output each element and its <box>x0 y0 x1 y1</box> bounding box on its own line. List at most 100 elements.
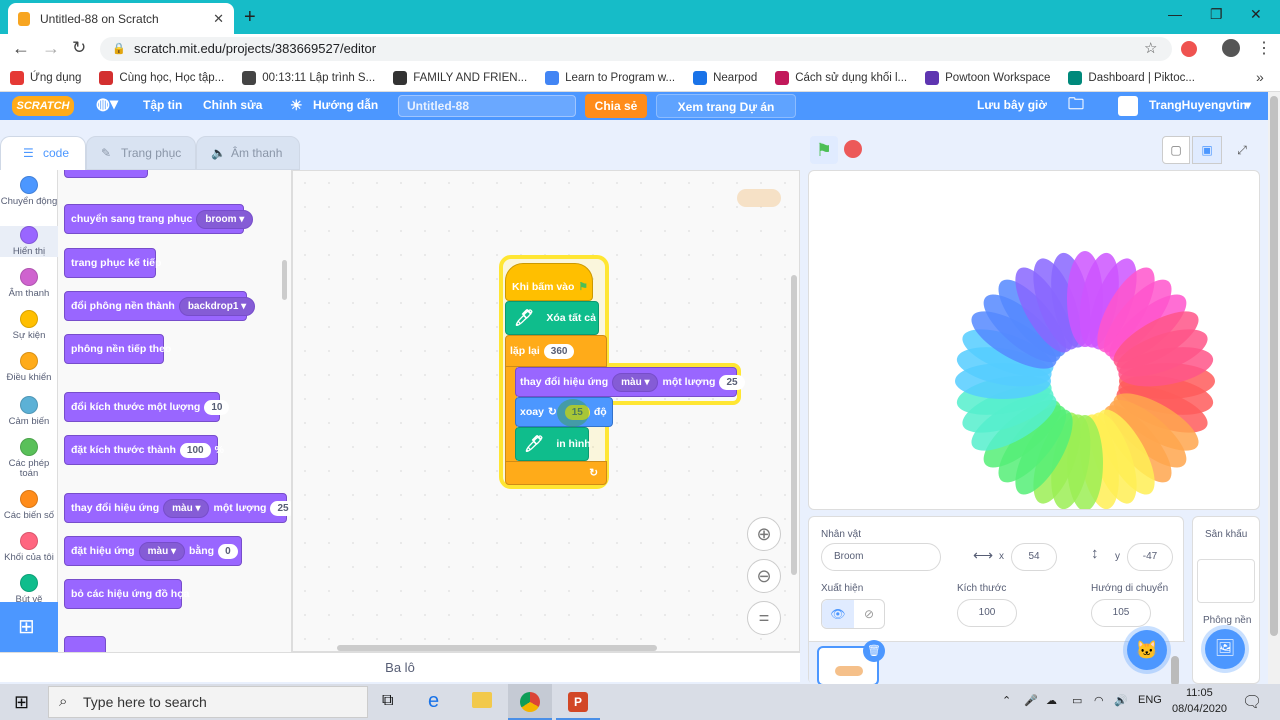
script-change-effect[interactable]: thay đổi hiệu ứng màu ▾ một lượng 25 <box>515 367 745 397</box>
maximize-button[interactable]: ❐ <box>1210 6 1223 23</box>
small-stage-button[interactable]: ▢ <box>1162 136 1190 164</box>
costume-dropdown[interactable]: broom ▾ <box>196 209 254 229</box>
stage-canvas[interactable] <box>808 170 1260 510</box>
backpack-bar[interactable]: Ba lô <box>0 652 800 682</box>
palette-scrollbar[interactable] <box>282 260 287 300</box>
block-switch-backdrop[interactable]: đổi phông nền thành backdrop1 ▾ <box>64 291 256 321</box>
reload-icon[interactable]: ↻ <box>72 38 86 58</box>
account-caret-icon[interactable]: ▾ <box>1245 92 1251 120</box>
save-now-link[interactable]: Lưu bây giờ <box>977 92 1047 120</box>
see-project-page-button[interactable]: Xem trang Dự án <box>656 94 796 118</box>
category-1[interactable]: Chuyển động <box>0 176 58 207</box>
effect-amount-input[interactable]: 25 <box>719 374 745 390</box>
bookmark-item[interactable]: Nearpod <box>693 70 757 85</box>
windows-start-icon[interactable]: ⊞ <box>14 692 29 713</box>
block-clear-effects[interactable]: bỏ các hiệu ứng đồ họa <box>64 579 189 609</box>
tray-up-arrow-icon[interactable]: ⌃ <box>1002 694 1011 707</box>
wifi-icon[interactable]: ◠ <box>1094 694 1104 707</box>
close-tab-icon[interactable]: ✕ <box>213 11 224 27</box>
backdrop-dropdown[interactable]: backdrop1 ▾ <box>178 296 256 316</box>
bookmark-item[interactable]: Powtoon Workspace <box>925 70 1050 85</box>
green-flag-button[interactable]: ⚑ <box>810 136 838 164</box>
menu-edit[interactable]: Chỉnh sửa <box>203 92 262 120</box>
new-tab-button[interactable]: + <box>244 6 256 29</box>
volume-icon[interactable]: 🔊 <box>1114 694 1128 707</box>
block-next-backdrop[interactable]: phông nền tiếp theo <box>64 334 171 364</box>
palette-block-partial[interactable] <box>64 636 106 652</box>
tab-code[interactable]: ☰ code <box>0 136 86 170</box>
workspace-hscrollbar[interactable] <box>337 645 657 651</box>
size-input[interactable]: 100 <box>957 599 1017 627</box>
category-10[interactable]: Bút vẽ <box>0 574 58 605</box>
bookmark-item[interactable]: Ứng dụng <box>10 70 81 85</box>
x-input[interactable]: 54 <box>1011 543 1057 571</box>
add-extension-button[interactable]: ⊞ <box>0 602 58 652</box>
show-eye-icon[interactable]: 👁 <box>822 600 854 628</box>
scratch-logo[interactable]: SCRATCH <box>12 96 74 116</box>
network-icon[interactable]: ▭ <box>1072 694 1082 707</box>
minimize-button[interactable]: — <box>1168 6 1182 22</box>
workspace-vscrollbar[interactable] <box>791 275 797 575</box>
repeat-count-input[interactable]: 360 <box>543 343 575 359</box>
zoom-in-button[interactable]: ⊕ <box>747 517 781 551</box>
block-set-effect[interactable]: đặt hiệu ứng màu ▾ bằng 0 <box>64 536 242 566</box>
category-2[interactable]: Hiển thị <box>0 226 58 257</box>
task-view-icon[interactable]: ⧉ <box>382 692 393 710</box>
url-field[interactable]: 🔒 scratch.mit.edu/projects/383669527/edi… <box>100 37 1172 61</box>
language-indicator[interactable]: ENG <box>1138 694 1162 706</box>
effect-change-input[interactable]: 25 <box>270 500 291 516</box>
clock-time[interactable]: 11:05 <box>1186 687 1213 699</box>
tab-sounds[interactable]: 🔈 Âm thanh <box>196 136 300 170</box>
kebab-menu-icon[interactable]: ⋮ <box>1256 38 1272 58</box>
sprite-name-input[interactable]: Broom <box>821 543 941 571</box>
category-3[interactable]: Âm thanh <box>0 268 58 299</box>
username-menu[interactable]: TrangHuyengvtin <box>1149 92 1247 120</box>
bookmark-item[interactable]: FAMILY AND FRIEN... <box>393 70 527 85</box>
hide-eye-icon[interactable]: ⊘ <box>854 600 884 628</box>
close-window-button[interactable]: ✕ <box>1250 6 1262 23</box>
bookmark-item[interactable]: 00:13:11 Lập trình S... <box>242 70 375 85</box>
script-when-flag-clicked[interactable]: Khi bấm vào ⚑ <box>505 263 593 301</box>
choose-sprite-button[interactable]: 🐱 <box>1127 630 1167 670</box>
page-scrollbar[interactable] <box>1268 92 1280 684</box>
menu-file[interactable]: Tập tin <box>143 92 182 120</box>
script-erase-all[interactable]: 🖊 Xóa tất cả <box>505 301 599 335</box>
share-button[interactable]: Chia sẻ <box>585 94 647 118</box>
script-stamp[interactable]: 🖊 in hình <box>515 427 591 461</box>
large-stage-button[interactable]: ▣ <box>1192 136 1222 164</box>
onedrive-icon[interactable]: ☁ <box>1046 694 1057 707</box>
effect-dropdown[interactable]: màu ▾ <box>612 372 659 392</box>
microphone-icon[interactable]: 🎤 <box>1024 694 1038 707</box>
effect-dropdown[interactable]: màu ▾ <box>163 498 210 518</box>
bookmark-item[interactable]: Dashboard | Piktoc... <box>1068 70 1195 85</box>
block-set-size[interactable]: đặt kích thước thành 100 % <box>64 435 224 465</box>
category-6[interactable]: Cảm biến <box>0 396 58 427</box>
delete-sprite-icon[interactable]: 🗑 <box>863 640 885 662</box>
extension-icon[interactable] <box>1181 41 1197 57</box>
effect-dropdown[interactable]: màu ▾ <box>138 541 185 561</box>
category-9[interactable]: Khối của tôi <box>0 532 58 563</box>
notification-icon[interactable]: 🗨 <box>1242 692 1262 712</box>
block-switch-costume[interactable]: chuyển sang trang phục broom ▾ <box>64 204 254 234</box>
edge-icon[interactable]: e <box>428 690 439 713</box>
user-avatar-icon[interactable] <box>1118 96 1138 116</box>
fullscreen-button[interactable]: ⤢ <box>1228 136 1256 164</box>
palette-block-partial[interactable] <box>64 170 148 178</box>
category-7[interactable]: Các phép toán <box>0 438 58 479</box>
powerpoint-taskbar-button[interactable]: P <box>556 684 600 720</box>
zoom-out-button[interactable]: ⊖ <box>747 559 781 593</box>
size-set-input[interactable]: 100 <box>179 442 211 458</box>
block-change-size[interactable]: đổi kích thước một lượng 10 <box>64 392 230 422</box>
profile-avatar-icon[interactable] <box>1222 39 1240 57</box>
taskbar-search-input[interactable]: ⌕ Type here to search <box>48 686 368 718</box>
size-change-input[interactable]: 10 <box>204 399 230 415</box>
bookmarks-overflow-icon[interactable]: » <box>1256 69 1264 85</box>
y-input[interactable]: -47 <box>1127 543 1173 571</box>
stage-thumbnail[interactable] <box>1197 559 1255 603</box>
browser-tab[interactable]: Untitled-88 on Scratch ✕ <box>8 3 234 34</box>
block-next-costume[interactable]: trang phục kế tiếp <box>64 248 161 278</box>
bookmark-item[interactable]: Cách sử dụng khối l... <box>775 70 907 85</box>
star-icon[interactable]: ☆ <box>1144 37 1157 61</box>
chrome-taskbar-button[interactable] <box>508 684 552 720</box>
category-8[interactable]: Các biến số <box>0 490 58 521</box>
